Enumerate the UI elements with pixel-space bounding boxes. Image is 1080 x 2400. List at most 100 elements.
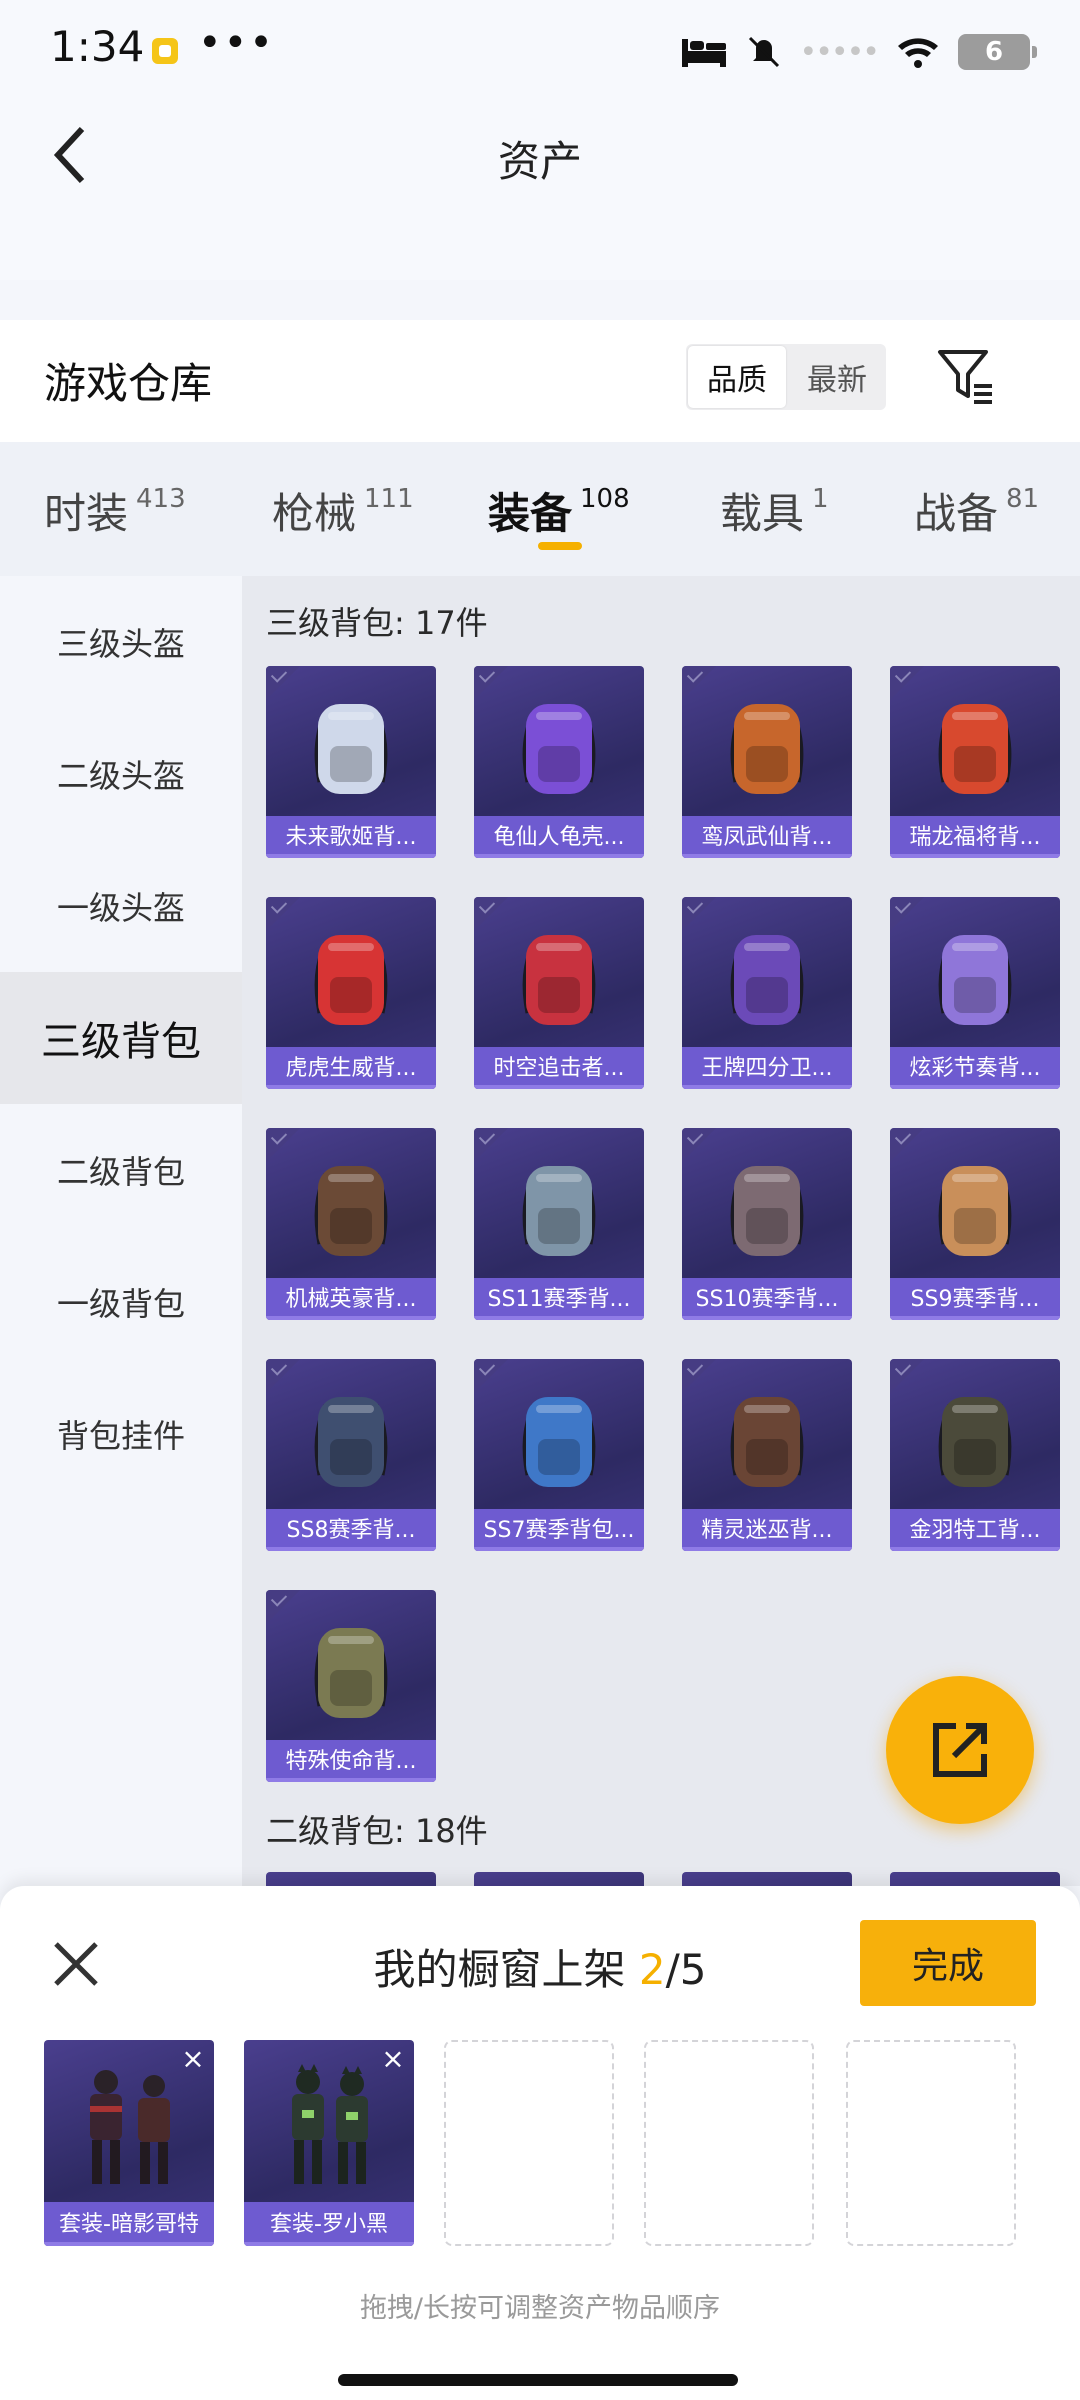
item-label: 虎虎生威背... bbox=[266, 1047, 436, 1089]
showcase-total-count: /5 bbox=[665, 1945, 707, 1994]
item-card[interactable]: 王牌四分卫... bbox=[682, 897, 852, 1089]
item-card[interactable] bbox=[474, 1872, 644, 1886]
check-icon bbox=[474, 897, 508, 931]
item-card[interactable]: 鸾凤武仙背... bbox=[682, 666, 852, 858]
sidebar: 三级头盔 二级头盔 一级头盔 三级背包 二级背包 一级背包 背包挂件 bbox=[0, 576, 242, 1886]
sidebar-item-helmet-2[interactable]: 二级头盔 bbox=[0, 708, 242, 840]
check-icon bbox=[682, 666, 716, 700]
showcase-slot-empty[interactable] bbox=[444, 2040, 614, 2246]
item-card[interactable]: 瑞龙福将背... bbox=[890, 666, 1060, 858]
item-card[interactable]: 精灵迷巫背... bbox=[682, 1359, 852, 1551]
backpack-image bbox=[730, 704, 804, 794]
battery-icon: 6 bbox=[958, 34, 1037, 70]
item-label: 特殊使命背... bbox=[266, 1740, 436, 1782]
warehouse-title: 游戏仓库 bbox=[44, 359, 213, 408]
item-label: 机械英豪背... bbox=[266, 1278, 436, 1320]
sidebar-item-helmet-3[interactable]: 三级头盔 bbox=[0, 576, 242, 708]
showcase-slot-empty[interactable] bbox=[846, 2040, 1016, 2246]
sidebar-item-backpack-pendant[interactable]: 背包挂件 bbox=[0, 1368, 242, 1500]
item-card[interactable]: 炫彩节奏背... bbox=[890, 897, 1060, 1089]
share-button[interactable] bbox=[886, 1676, 1034, 1824]
item-card[interactable]: 时空追击者... bbox=[474, 897, 644, 1089]
item-card[interactable]: 机械英豪背... bbox=[266, 1128, 436, 1320]
item-card[interactable]: 未来歌姬背... bbox=[266, 666, 436, 858]
item-card[interactable] bbox=[682, 1872, 852, 1886]
tab-count: 108 bbox=[580, 484, 630, 514]
sidebar-item-backpack-1[interactable]: 一级背包 bbox=[0, 1236, 242, 1368]
check-icon bbox=[474, 1359, 508, 1393]
filter-button[interactable] bbox=[934, 344, 998, 408]
tab-vehicles[interactable]: 载具 1 bbox=[720, 480, 829, 541]
backpack-image bbox=[938, 935, 1012, 1025]
tab-count: 111 bbox=[364, 484, 414, 514]
more-notifications-icon: ••• bbox=[198, 20, 275, 66]
app-header: 资产 bbox=[0, 100, 1080, 280]
remove-icon[interactable]: × bbox=[178, 2044, 208, 2074]
done-button[interactable]: 完成 bbox=[860, 1920, 1036, 2006]
item-label: SS11赛季背... bbox=[474, 1278, 644, 1320]
item-label: 精灵迷巫背... bbox=[682, 1509, 852, 1551]
home-indicator bbox=[338, 2374, 738, 2386]
check-icon bbox=[890, 666, 924, 700]
sort-quality-option[interactable]: 品质 bbox=[688, 346, 786, 408]
slot-label: 套装-罗小黑 bbox=[244, 2202, 414, 2246]
status-bar: 1:34 ••• ••••• 6 bbox=[0, 0, 1080, 100]
tab-weapons[interactable]: 枪械 111 bbox=[272, 480, 414, 541]
item-label: 瑞龙福将背... bbox=[890, 816, 1060, 858]
active-tab-indicator bbox=[538, 542, 582, 550]
wifi-icon bbox=[898, 38, 938, 68]
item-card[interactable]: SS8赛季背... bbox=[266, 1359, 436, 1551]
sidebar-item-helmet-1[interactable]: 一级头盔 bbox=[0, 840, 242, 972]
backpack-image bbox=[314, 935, 388, 1025]
tab-count: 1 bbox=[812, 484, 829, 514]
item-card[interactable]: 特殊使命背... bbox=[266, 1590, 436, 1782]
filter-icon bbox=[938, 350, 992, 404]
backpack-image bbox=[522, 704, 596, 794]
tab-equipment[interactable]: 装备 108 bbox=[488, 480, 630, 541]
item-label: SS7赛季背包... bbox=[474, 1509, 644, 1551]
item-label: 未来歌姬背... bbox=[266, 816, 436, 858]
backpack-image bbox=[522, 935, 596, 1025]
item-card[interactable]: SS10赛季背... bbox=[682, 1128, 852, 1320]
tab-count: 81 bbox=[1006, 484, 1040, 514]
tab-label: 装备 bbox=[488, 489, 573, 538]
tab-label: 枪械 bbox=[272, 489, 357, 538]
backpack-image bbox=[938, 1397, 1012, 1487]
item-label: 时空追击者... bbox=[474, 1047, 644, 1089]
sort-toggle: 品质 最新 bbox=[686, 344, 886, 410]
item-card[interactable] bbox=[266, 1872, 436, 1886]
check-icon bbox=[266, 666, 300, 700]
showcase-slot[interactable]: × 套装-暗影哥特 bbox=[44, 2040, 214, 2246]
item-label: 鸾凤武仙背... bbox=[682, 816, 852, 858]
mute-icon bbox=[748, 36, 779, 68]
showcase-slot[interactable]: × 套装-罗小黑 bbox=[244, 2040, 414, 2246]
backpack-image bbox=[938, 1166, 1012, 1256]
bed-icon bbox=[681, 39, 726, 67]
sidebar-item-backpack-3[interactable]: 三级背包 bbox=[0, 972, 242, 1104]
tab-label: 载具 bbox=[720, 489, 805, 538]
sort-latest-option[interactable]: 最新 bbox=[788, 344, 886, 410]
warehouse-bar: 游戏仓库 品质 最新 bbox=[0, 320, 1080, 442]
item-card[interactable] bbox=[890, 1872, 1060, 1886]
item-card[interactable]: SS9赛季背... bbox=[890, 1128, 1060, 1320]
sidebar-item-backpack-2[interactable]: 二级背包 bbox=[0, 1104, 242, 1236]
item-label: SS8赛季背... bbox=[266, 1509, 436, 1551]
item-label: 王牌四分卫... bbox=[682, 1047, 852, 1089]
tab-fashion[interactable]: 时装 413 bbox=[44, 480, 186, 541]
item-card[interactable]: SS11赛季背... bbox=[474, 1128, 644, 1320]
reorder-hint: 拖拽/长按可调整资产物品顺序 bbox=[359, 2293, 721, 2324]
showcase-title-text: 我的橱窗上架 bbox=[373, 1945, 639, 1994]
item-card[interactable]: 龟仙人龟壳... bbox=[474, 666, 644, 858]
item-card[interactable]: SS7赛季背包... bbox=[474, 1359, 644, 1551]
tab-supplies[interactable]: 战备 81 bbox=[914, 480, 1039, 541]
check-icon bbox=[890, 1128, 924, 1162]
tab-label: 时装 bbox=[44, 489, 129, 538]
remove-icon[interactable]: × bbox=[378, 2044, 408, 2074]
item-card[interactable]: 金羽特工背... bbox=[890, 1359, 1060, 1551]
item-card[interactable]: 虎虎生威背... bbox=[266, 897, 436, 1089]
check-icon bbox=[890, 1359, 924, 1393]
showcase-slot-empty[interactable] bbox=[644, 2040, 814, 2246]
check-icon bbox=[890, 897, 924, 931]
check-icon bbox=[474, 1128, 508, 1162]
share-icon bbox=[933, 1723, 987, 1777]
